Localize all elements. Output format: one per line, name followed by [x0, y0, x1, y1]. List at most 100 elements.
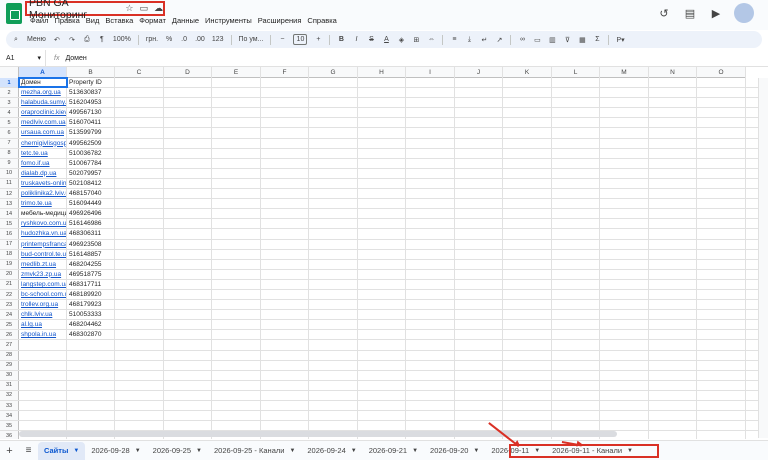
cell[interactable]: [212, 118, 261, 128]
chevron-down-icon[interactable]: ▼: [351, 448, 357, 454]
row-header[interactable]: 32: [0, 390, 19, 400]
cell[interactable]: [697, 340, 746, 350]
cell[interactable]: [455, 310, 503, 320]
cell[interactable]: [503, 138, 552, 148]
cell[interactable]: [552, 168, 600, 178]
cell[interactable]: [115, 189, 164, 199]
cell[interactable]: [309, 239, 358, 249]
row-header[interactable]: 14: [0, 209, 19, 219]
cell[interactable]: [115, 300, 164, 310]
history-icon[interactable]: ↺: [656, 5, 672, 21]
cell[interactable]: [697, 209, 746, 219]
cell[interactable]: [212, 330, 261, 340]
cell[interactable]: [697, 128, 746, 138]
cell[interactable]: [406, 340, 455, 350]
cell[interactable]: [649, 431, 697, 439]
cell[interactable]: [406, 98, 455, 108]
cell[interactable]: [552, 209, 600, 219]
cell[interactable]: [67, 390, 115, 400]
cell[interactable]: [600, 78, 649, 88]
cell[interactable]: [309, 300, 358, 310]
cell[interactable]: [164, 168, 212, 178]
cell-domain[interactable]: zmvk23.zp.ua: [19, 269, 67, 279]
row-header[interactable]: 1: [0, 78, 19, 88]
cell[interactable]: [649, 199, 697, 209]
cell[interactable]: [503, 370, 552, 380]
cell[interactable]: [67, 370, 115, 380]
filter-icon[interactable]: ⊽: [563, 34, 571, 46]
cell[interactable]: [600, 168, 649, 178]
cell[interactable]: [600, 209, 649, 219]
cell[interactable]: [261, 128, 309, 138]
cell-domain[interactable]: halabuda.sumy.ua: [19, 98, 67, 108]
cell[interactable]: [600, 98, 649, 108]
cell[interactable]: [115, 178, 164, 189]
cell-property-id[interactable]: 502108412: [67, 178, 115, 189]
cell-property-id[interactable]: 468306311: [67, 229, 115, 239]
row-header[interactable]: 26: [0, 330, 19, 340]
cell[interactable]: [261, 421, 309, 431]
sheet-tab[interactable]: 2026-09-28 ▼: [85, 442, 146, 460]
cell[interactable]: [358, 209, 406, 219]
cell[interactable]: [600, 199, 649, 209]
cell[interactable]: [503, 259, 552, 269]
cell[interactable]: [697, 229, 746, 239]
cell[interactable]: [406, 78, 455, 88]
cell[interactable]: [503, 390, 552, 400]
cell[interactable]: [697, 118, 746, 128]
cell[interactable]: [406, 390, 455, 400]
cell[interactable]: [455, 249, 503, 259]
cell[interactable]: [309, 390, 358, 400]
cell[interactable]: [649, 350, 697, 360]
cell[interactable]: [406, 310, 455, 320]
cell[interactable]: [455, 158, 503, 168]
cell[interactable]: [455, 128, 503, 138]
cell[interactable]: [261, 350, 309, 360]
text-rotation-icon[interactable]: ↗: [495, 34, 503, 46]
cell-property-id[interactable]: 468317711: [67, 279, 115, 289]
cell[interactable]: [503, 380, 552, 390]
cell[interactable]: [455, 88, 503, 98]
cell[interactable]: [697, 370, 746, 380]
align-vertical-icon[interactable]: ⤓: [465, 34, 473, 46]
cell[interactable]: [309, 78, 358, 88]
cell[interactable]: [164, 411, 212, 421]
cell[interactable]: [503, 320, 552, 330]
cell[interactable]: [212, 148, 261, 158]
cell[interactable]: [455, 229, 503, 239]
cell[interactable]: [552, 229, 600, 239]
row-header[interactable]: 24: [0, 310, 19, 320]
strikethrough-button[interactable]: S: [367, 34, 375, 46]
row-header[interactable]: 13: [0, 199, 19, 209]
move-folder-icon[interactable]: ▭: [139, 3, 148, 14]
cell[interactable]: [261, 148, 309, 158]
chevron-down-icon[interactable]: ▼: [73, 448, 79, 454]
row-header[interactable]: 22: [0, 289, 19, 300]
cell[interactable]: [261, 168, 309, 178]
cell-property-id[interactable]: 468204462: [67, 320, 115, 330]
cell[interactable]: [649, 189, 697, 199]
cell[interactable]: [455, 411, 503, 421]
cell[interactable]: [406, 350, 455, 360]
cell[interactable]: [309, 320, 358, 330]
cell[interactable]: [115, 390, 164, 400]
cell-property-id[interactable]: 499567130: [67, 108, 115, 118]
cell[interactable]: [600, 401, 649, 411]
undo-icon[interactable]: ↶: [53, 34, 61, 46]
cell[interactable]: [406, 168, 455, 178]
cell[interactable]: [115, 411, 164, 421]
sheet-tab[interactable]: Сайты ▼: [38, 441, 86, 460]
cell[interactable]: [309, 209, 358, 219]
cell[interactable]: [697, 108, 746, 118]
cell[interactable]: [19, 370, 67, 380]
cell[interactable]: [406, 158, 455, 168]
cell-domain[interactable]: ryshkovo.com.ua: [19, 219, 67, 229]
cell[interactable]: [358, 199, 406, 209]
cell[interactable]: [697, 158, 746, 168]
cell[interactable]: [164, 229, 212, 239]
cell[interactable]: [212, 98, 261, 108]
cell[interactable]: [649, 219, 697, 229]
cell[interactable]: [358, 289, 406, 300]
cell[interactable]: [309, 128, 358, 138]
cell[interactable]: [455, 289, 503, 300]
